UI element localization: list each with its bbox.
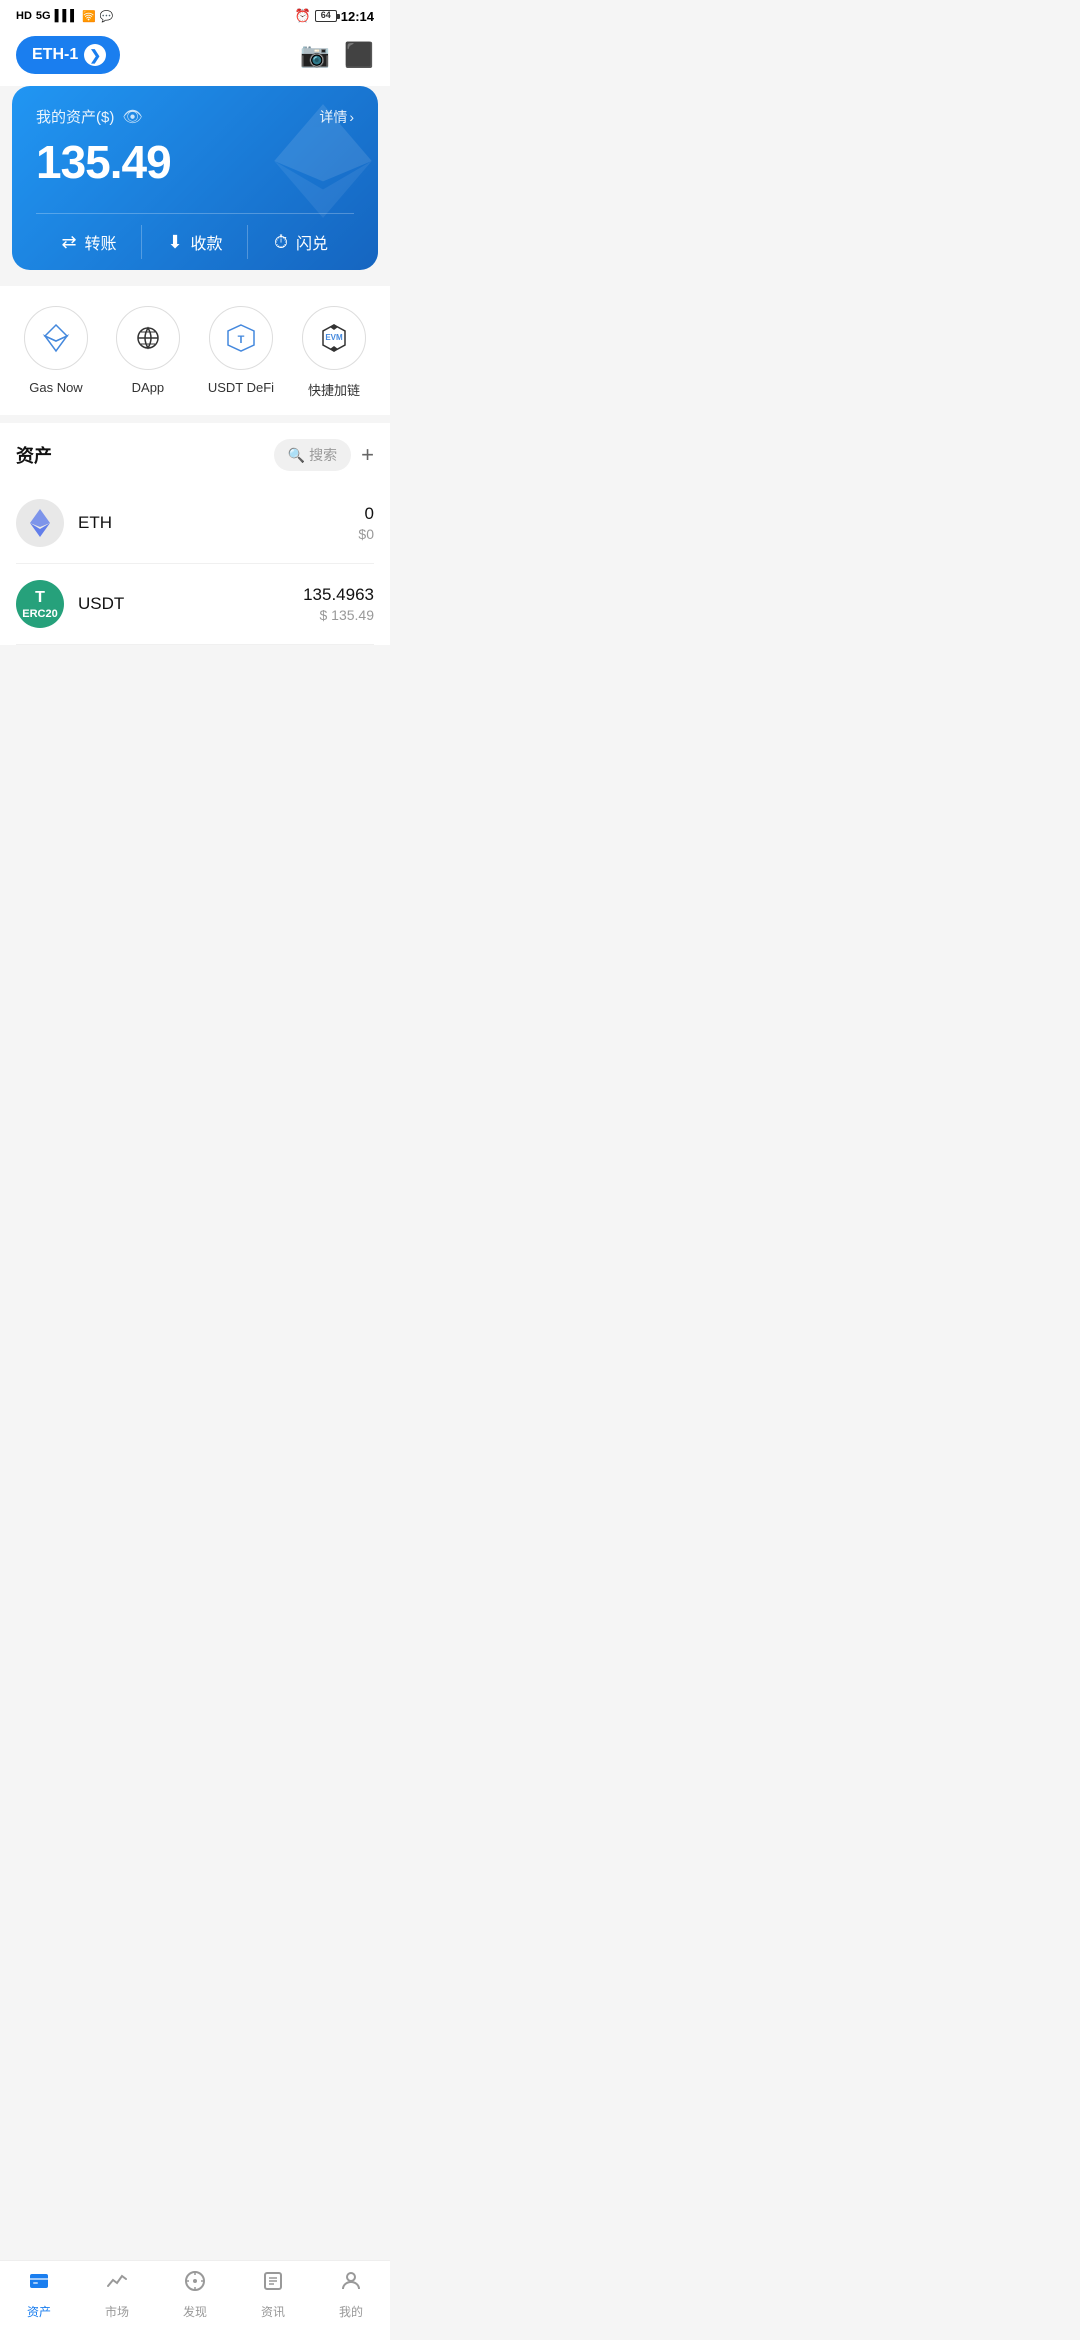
flash-swap-icon: ⏱ bbox=[274, 232, 288, 253]
battery-icon: 64 bbox=[315, 10, 337, 22]
time-display: 12:14 bbox=[341, 9, 374, 24]
top-nav: ETH-1 ❯ 📷 ⬛ bbox=[0, 28, 390, 86]
nav-discover-icon bbox=[183, 2269, 207, 2299]
nav-assets-label: 资产 bbox=[27, 2303, 51, 2320]
nav-item-profile[interactable]: 我的 bbox=[312, 2269, 390, 2320]
usdt-defi-icon-circle: T bbox=[209, 306, 273, 370]
transfer-button[interactable]: ⇄ 转账 bbox=[36, 214, 142, 270]
search-placeholder: 搜索 bbox=[309, 445, 337, 465]
top-nav-icons: 📷 ⬛ bbox=[300, 41, 374, 70]
quick-item-usdt-defi[interactable]: T USDT DeFi bbox=[208, 306, 274, 399]
usdt-usd: $ 135.49 bbox=[303, 607, 374, 623]
asset-card: 我的资产($) 👁 详情 › 135.49 ⇄ 转账 ⬇ 收款 ⏱ 闪兑 bbox=[12, 86, 378, 270]
assets-title: 资产 bbox=[16, 442, 52, 468]
status-bar: HD 5G ▌▌▌ 🛜 💬 ⏰ 64 12:14 bbox=[0, 0, 390, 28]
usdt-token-icon: T ERC20 bbox=[16, 580, 64, 628]
network-selector[interactable]: ETH-1 ❯ bbox=[16, 36, 120, 74]
eye-icon[interactable]: 👁 bbox=[122, 107, 142, 127]
usdt-defi-label: USDT DeFi bbox=[208, 380, 274, 395]
nav-news-label: 资讯 bbox=[261, 2303, 285, 2320]
status-right: ⏰ 64 12:14 bbox=[295, 8, 374, 24]
add-asset-button[interactable]: + bbox=[361, 442, 374, 468]
signal-icon: ▌▌▌ bbox=[55, 10, 78, 22]
flash-swap-label: 闪兑 bbox=[296, 230, 328, 254]
gas-now-icon-circle bbox=[24, 306, 88, 370]
assets-header: 资产 🔍 搜索 + bbox=[16, 423, 374, 483]
svg-text:T: T bbox=[238, 334, 245, 346]
nav-item-discover[interactable]: 发现 bbox=[156, 2269, 234, 2320]
asset-label: 我的资产($) 👁 bbox=[36, 106, 143, 127]
quick-item-add-chain[interactable]: EVM 快捷加链 bbox=[302, 306, 366, 399]
usdt-token-name: USDT bbox=[78, 594, 303, 614]
alarm-icon: ⏰ bbox=[295, 8, 311, 24]
wifi-icon: 🛜 bbox=[82, 10, 96, 23]
transfer-label: 转账 bbox=[85, 230, 117, 254]
network-arrow-icon: ❯ bbox=[84, 44, 106, 66]
bottom-nav: 资产 市场 发现 bbox=[0, 2260, 390, 2340]
nav-discover-label: 发现 bbox=[183, 2303, 207, 2320]
quick-menu: Gas Now DApp T USDT DeFi bbox=[0, 286, 390, 415]
search-icon: 🔍 bbox=[288, 447, 305, 464]
usdt-amount: 135.4963 bbox=[303, 585, 374, 605]
status-left: HD 5G ▌▌▌ 🛜 💬 bbox=[16, 10, 113, 23]
usdt-logo-erc20: ERC20 bbox=[22, 608, 57, 620]
eth-amount: 0 bbox=[358, 504, 374, 524]
receive-icon: ⬇ bbox=[167, 232, 182, 253]
add-chain-icon-circle: EVM bbox=[302, 306, 366, 370]
nav-profile-label: 我的 bbox=[339, 2303, 363, 2320]
eth-token-icon bbox=[16, 499, 64, 547]
eth-usd: $0 bbox=[358, 526, 374, 542]
receive-label: 收款 bbox=[191, 230, 223, 254]
usdt-logo-t: T bbox=[35, 589, 45, 607]
token-item-usdt[interactable]: T ERC20 USDT 135.4963 $ 135.49 bbox=[16, 564, 374, 645]
assets-section: 资产 🔍 搜索 + ETH 0 $0 T ERC20 USDT bbox=[0, 423, 390, 645]
nav-item-news[interactable]: 资讯 bbox=[234, 2269, 312, 2320]
hd-indicator: HD bbox=[16, 10, 32, 22]
flash-swap-button[interactable]: ⏱ 闪兑 bbox=[248, 214, 354, 270]
transfer-icon: ⇄ bbox=[61, 232, 76, 253]
scan-icon[interactable]: ⬛ bbox=[344, 41, 374, 70]
quick-item-dapp[interactable]: DApp bbox=[116, 306, 180, 399]
nav-item-market[interactable]: 市场 bbox=[78, 2269, 156, 2320]
dapp-icon-circle bbox=[116, 306, 180, 370]
usdt-token-balance: 135.4963 $ 135.49 bbox=[303, 585, 374, 623]
nav-news-icon bbox=[261, 2269, 285, 2299]
wallet-add-icon[interactable]: 📷 bbox=[300, 41, 330, 70]
receive-button[interactable]: ⬇ 收款 bbox=[142, 214, 248, 270]
assets-controls: 🔍 搜索 + bbox=[274, 439, 374, 471]
gas-now-label: Gas Now bbox=[29, 380, 82, 395]
eth-token-name: ETH bbox=[78, 513, 358, 533]
svg-text:EVM: EVM bbox=[325, 333, 343, 342]
nav-market-label: 市场 bbox=[105, 2303, 129, 2320]
nav-market-icon bbox=[105, 2269, 129, 2299]
quick-menu-items: Gas Now DApp T USDT DeFi bbox=[0, 306, 390, 399]
quick-item-gas-now[interactable]: Gas Now bbox=[24, 306, 88, 399]
eth-token-balance: 0 $0 bbox=[358, 504, 374, 542]
nav-profile-icon bbox=[339, 2269, 363, 2299]
nav-item-assets[interactable]: 资产 bbox=[0, 2269, 78, 2320]
nav-assets-icon bbox=[27, 2269, 51, 2299]
wechat-icon: 💬 bbox=[100, 10, 114, 23]
asset-actions: ⇄ 转账 ⬇ 收款 ⏱ 闪兑 bbox=[36, 213, 354, 270]
network-label: ETH-1 bbox=[32, 46, 78, 64]
asset-label-text: 我的资产($) bbox=[36, 106, 114, 127]
5g-indicator: 5G bbox=[36, 10, 51, 22]
search-box[interactable]: 🔍 搜索 bbox=[274, 439, 351, 471]
token-item-eth[interactable]: ETH 0 $0 bbox=[16, 483, 374, 564]
dapp-label: DApp bbox=[132, 380, 165, 395]
add-chain-label: 快捷加链 bbox=[308, 380, 360, 399]
